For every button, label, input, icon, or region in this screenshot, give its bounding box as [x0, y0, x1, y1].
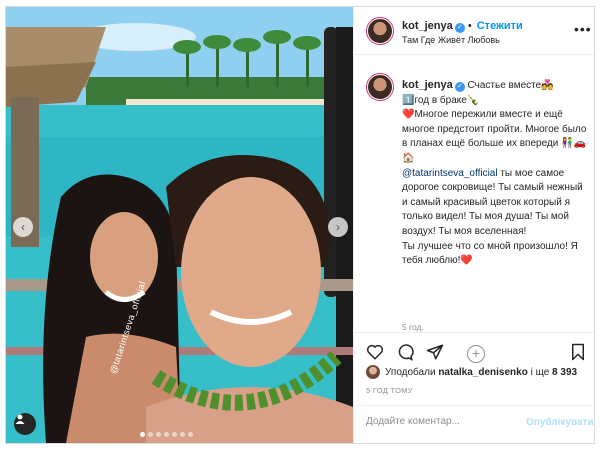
chevron-right-icon: › — [336, 220, 340, 234]
likes-prefix: Уподобали — [385, 366, 439, 378]
avatar[interactable] — [366, 73, 394, 101]
previous-photo-button[interactable]: ‹ — [13, 217, 33, 237]
action-bar — [354, 332, 594, 367]
chevron-left-icon: ‹ — [21, 220, 25, 234]
username-link[interactable]: kot_jenya — [402, 20, 453, 32]
heart-icon[interactable] — [366, 343, 384, 361]
caption-block: kot_jenya ✓ Счастье вместе💑 1️⃣год в брак… — [354, 55, 594, 363]
caption-line-5: Ты лучшее что со мной произошло! Я тебя … — [402, 240, 581, 267]
verified-badge-icon: ✓ — [454, 23, 465, 33]
post-timestamp[interactable]: 5 ГОД ТОМУ — [366, 386, 413, 395]
post-photo[interactable]: @tatarintseva_official ‹ › — [6, 7, 353, 443]
avatar[interactable] — [366, 17, 394, 45]
post-details-pane: kot_jenya ✓ • Стежити Там Где Живёт Любов… — [353, 7, 594, 443]
tagged-users-button[interactable] — [14, 413, 36, 435]
carousel-dot — [180, 432, 185, 437]
separator-dot: • — [467, 20, 475, 32]
header-username-line: kot_jenya ✓ • Стежити — [402, 20, 523, 33]
caption-text: kot_jenya ✓ Счастье вместе💑 1️⃣год в брак… — [402, 78, 588, 269]
carousel-dot — [156, 432, 161, 437]
comment-icon[interactable] — [396, 343, 414, 361]
caption-line-1: Счастье вместе💑 — [464, 80, 554, 91]
liker-username-link[interactable]: natalka_denisenko — [438, 367, 527, 378]
beach-couple-photo — [6, 7, 353, 443]
verified-badge-icon: ✓ — [454, 82, 465, 92]
follow-button[interactable]: Стежити — [477, 20, 523, 32]
share-icon[interactable] — [426, 343, 444, 361]
location-link[interactable]: Там Где Живёт Любовь — [402, 35, 500, 45]
caption-line-3: ❤️Многое пережили вместе и ещё многое пр… — [402, 109, 590, 164]
likes-summary: Уподобали natalka_denisenko і ще 8 393 — [366, 365, 577, 379]
bookmark-icon[interactable] — [569, 343, 587, 361]
likes-count-link[interactable]: 8 393 — [552, 367, 577, 378]
likes-middle: і ще — [527, 366, 553, 378]
next-photo-button[interactable]: › — [328, 217, 348, 237]
caption-mention-link[interactable]: @tatarintseva_official — [402, 168, 498, 179]
carousel-dot — [140, 432, 145, 437]
carousel-dot — [164, 432, 169, 437]
caption-line-2: 1️⃣год в браке🍾 — [402, 94, 480, 106]
carousel-dot — [188, 432, 193, 437]
liker-avatar — [366, 365, 380, 379]
carousel-dot — [172, 432, 177, 437]
carousel-dot — [148, 432, 153, 437]
more-options-icon[interactable]: ••• — [574, 21, 592, 37]
caption-username-link[interactable]: kot_jenya — [402, 79, 453, 91]
comment-input[interactable] — [366, 416, 516, 427]
user-icon — [15, 414, 25, 424]
comment-box: Опублікувати — [354, 405, 594, 443]
post-modal: @tatarintseva_official ‹ › kot_jenya ✓ • … — [5, 6, 595, 444]
caption-time: 5 год. — [402, 322, 424, 332]
post-header: kot_jenya ✓ • Стежити Там Где Живёт Любов… — [354, 7, 594, 55]
publish-button[interactable]: Опублікувати — [526, 417, 594, 428]
carousel-indicator — [140, 432, 193, 437]
